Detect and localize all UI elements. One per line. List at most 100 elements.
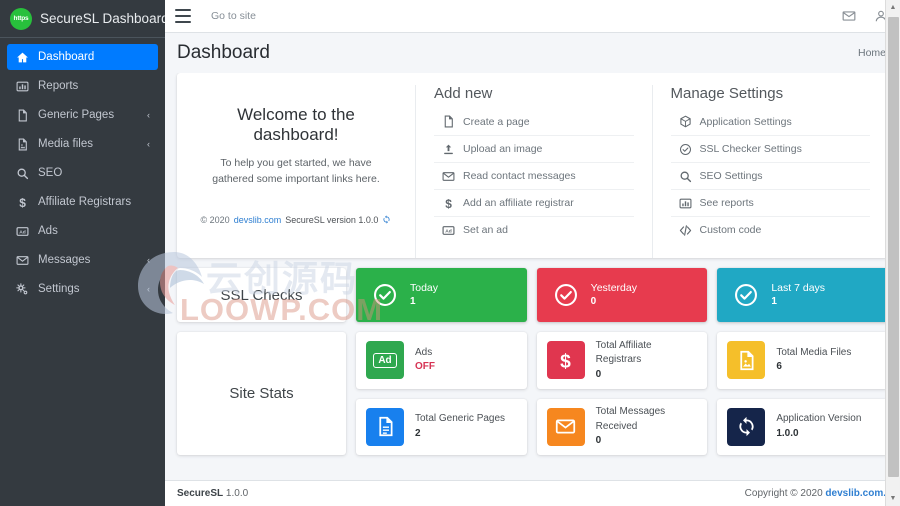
stat-card-total-generic-pages[interactable]: Total Generic Pages 2 bbox=[356, 398, 527, 455]
ssl-box-yesterday[interactable]: Yesterday 0 bbox=[536, 268, 708, 322]
stat-card-total-affiliate-registrars[interactable]: $ Total Affiliate Registrars 0 bbox=[536, 332, 708, 389]
stat-card-ads[interactable]: Ad Ads OFF bbox=[356, 332, 527, 389]
sidebar-item-settings[interactable]: Settings ‹ bbox=[7, 276, 158, 302]
devslib-link[interactable]: devslib.com bbox=[234, 215, 282, 225]
stat-card-application-version[interactable]: Application Version 1.0.0 bbox=[717, 398, 888, 455]
add-new-title: Add new bbox=[434, 85, 493, 102]
link-read-contact-messages[interactable]: Read contact messages bbox=[434, 162, 634, 189]
svg-text:$: $ bbox=[19, 196, 26, 209]
welcome-text: To help you get started, we have gathere… bbox=[212, 157, 380, 186]
sidebar-item-media-files[interactable]: Media files ‹ bbox=[7, 131, 158, 157]
sidebar-item-label: Settings bbox=[38, 283, 80, 295]
link-label: SSL Checker Settings bbox=[699, 143, 802, 155]
sidebar-item-generic-pages[interactable]: Generic Pages ‹ bbox=[7, 102, 158, 128]
ad-icon: Ad bbox=[442, 224, 455, 237]
file-icon bbox=[15, 109, 29, 122]
stat-card-label: Total Messages Received bbox=[595, 406, 666, 432]
go-to-site-link[interactable]: Go to site bbox=[211, 10, 256, 22]
ssl-box-title: Last 7 days bbox=[771, 282, 826, 295]
scrollbar-thumb[interactable] bbox=[888, 17, 899, 477]
ssl-box-value: 1 bbox=[410, 296, 416, 308]
ad-icon: Ad bbox=[373, 352, 397, 368]
envelope-icon bbox=[442, 170, 455, 183]
svg-text:$: $ bbox=[560, 351, 571, 371]
ssl-box-last-7-days[interactable]: Last 7 days 1 bbox=[717, 268, 889, 322]
sidebar-item-label: Generic Pages bbox=[38, 109, 115, 121]
sidebar-item-label: Media files bbox=[38, 138, 93, 150]
link-application-settings[interactable]: Application Settings bbox=[671, 108, 871, 135]
page-scrollbar[interactable]: ▲ ▼ bbox=[885, 0, 900, 506]
brand-title: SecureSL Dashboard bbox=[40, 11, 169, 26]
link-set-an-ad[interactable]: Ad Set an ad bbox=[434, 216, 634, 243]
link-ssl-checker-settings[interactable]: SSL Checker Settings bbox=[670, 135, 870, 162]
envelope-icon[interactable] bbox=[842, 9, 856, 23]
brand-header[interactable]: https SecureSL Dashboard bbox=[0, 0, 169, 38]
dashboard-app: https SecureSL Dashboard Dashboard Report… bbox=[0, 0, 900, 506]
envelope-icon bbox=[15, 254, 29, 267]
footer-app-version: 1.0.0 bbox=[225, 488, 249, 499]
chart-bar-icon bbox=[15, 80, 29, 93]
search-icon bbox=[679, 170, 692, 183]
ssl-box-value: 1 bbox=[771, 296, 777, 308]
link-label: SEO Settings bbox=[699, 170, 763, 182]
envelope-icon bbox=[555, 416, 576, 437]
link-upload-an-image[interactable]: Upload an image bbox=[434, 135, 634, 162]
sidebar-item-affiliate-registrars[interactable]: $ Affiliate Registrars bbox=[7, 189, 158, 215]
file-image-icon bbox=[15, 138, 29, 151]
link-label: Create a page bbox=[463, 115, 530, 128]
sidebar-item-label: SEO bbox=[38, 167, 63, 179]
footer-devslib-link[interactable]: devslib.com. bbox=[825, 488, 886, 499]
link-label: Read contact messages bbox=[463, 170, 576, 182]
ssl-boxes: Today 1 Yesterday 0 Last 7 days 1 bbox=[356, 268, 889, 322]
ssl-checks-row: SSL Checks Today 1 Yesterday 0 Last 7 days 1 bbox=[177, 268, 889, 322]
scroll-up-arrow[interactable]: ▲ bbox=[886, 0, 900, 15]
ssl-box-today[interactable]: Today 1 bbox=[356, 268, 527, 322]
cube-icon bbox=[679, 115, 692, 128]
link-see-reports[interactable]: See reports bbox=[670, 189, 870, 216]
link-add-an-affiliate-registrar[interactable]: $ Add an affiliate registrar bbox=[434, 189, 634, 216]
sync-icon[interactable] bbox=[382, 215, 391, 224]
scroll-down-arrow[interactable]: ▼ bbox=[886, 491, 900, 506]
breadcrumb[interactable]: Home bbox=[858, 47, 886, 59]
upload-icon bbox=[442, 143, 455, 156]
sidebar-item-ads[interactable]: Ad Ads bbox=[7, 218, 158, 244]
welcome-version: SecureSL version 1.0.0 bbox=[285, 214, 379, 225]
link-create-a-page[interactable]: Create a page bbox=[434, 108, 634, 135]
sidebar-item-reports[interactable]: Reports bbox=[7, 73, 158, 99]
stat-card-total-media-files[interactable]: Total Media Files 6 bbox=[717, 332, 888, 389]
chevron-left-icon: ‹ bbox=[147, 110, 150, 120]
manage-settings-column: Manage Settings Application Settings SSL … bbox=[651, 85, 889, 258]
code-icon bbox=[679, 224, 692, 237]
stat-card-value: 2 bbox=[415, 427, 421, 439]
sidebar-item-label: Dashboard bbox=[38, 51, 95, 63]
add-new-list: Create a page Upload an image Read contact… bbox=[434, 108, 634, 243]
sidebar-item-label: Affiliate Registrars bbox=[38, 196, 132, 208]
sidebar-item-seo[interactable]: SEO bbox=[7, 160, 158, 186]
link-label: Custom code bbox=[699, 224, 762, 236]
svg-text:Ad: Ad bbox=[445, 228, 452, 234]
footer: SecureSL 1.0.0 Copyright © 2020 devslib.… bbox=[165, 480, 900, 506]
welcome-card: Welcome to the dashboard! To help you ge… bbox=[177, 73, 888, 258]
file-icon bbox=[442, 115, 455, 128]
cogs-icon bbox=[15, 282, 29, 296]
svg-text:$: $ bbox=[445, 197, 452, 210]
hamburger-icon[interactable] bbox=[175, 9, 191, 23]
chart-bar-icon bbox=[679, 197, 692, 210]
link-custom-code[interactable]: Custom code bbox=[670, 216, 870, 243]
sidebar-item-dashboard[interactable]: Dashboard bbox=[7, 44, 158, 70]
stat-card-value: 1.0.0 bbox=[776, 427, 799, 439]
site-stats-label-card: Site Stats bbox=[177, 332, 346, 455]
stat-card-total-messages-received[interactable]: Total Messages Received 0 bbox=[536, 398, 708, 455]
sidebar-item-messages[interactable]: Messages ‹ bbox=[7, 247, 158, 273]
add-new-column: Add new Create a page Upload an image Read… bbox=[415, 85, 652, 258]
link-seo-settings[interactable]: SEO Settings bbox=[670, 162, 870, 189]
stat-card-value: 0 bbox=[595, 368, 602, 380]
footer-copyright: Copyright © 2020 bbox=[744, 488, 823, 499]
sidebar-item-label: Ads bbox=[38, 225, 58, 237]
ssl-box-title: Today bbox=[410, 282, 439, 295]
dollar-icon: $ bbox=[15, 196, 29, 209]
chevron-left-icon: ‹ bbox=[147, 284, 150, 294]
welcome-footer: © 2020 devslib.com SecureSL version 1.0.… bbox=[195, 215, 397, 225]
ssl-checks-label-card: SSL Checks bbox=[177, 268, 346, 322]
sidebar-item-label: Reports bbox=[38, 80, 79, 92]
